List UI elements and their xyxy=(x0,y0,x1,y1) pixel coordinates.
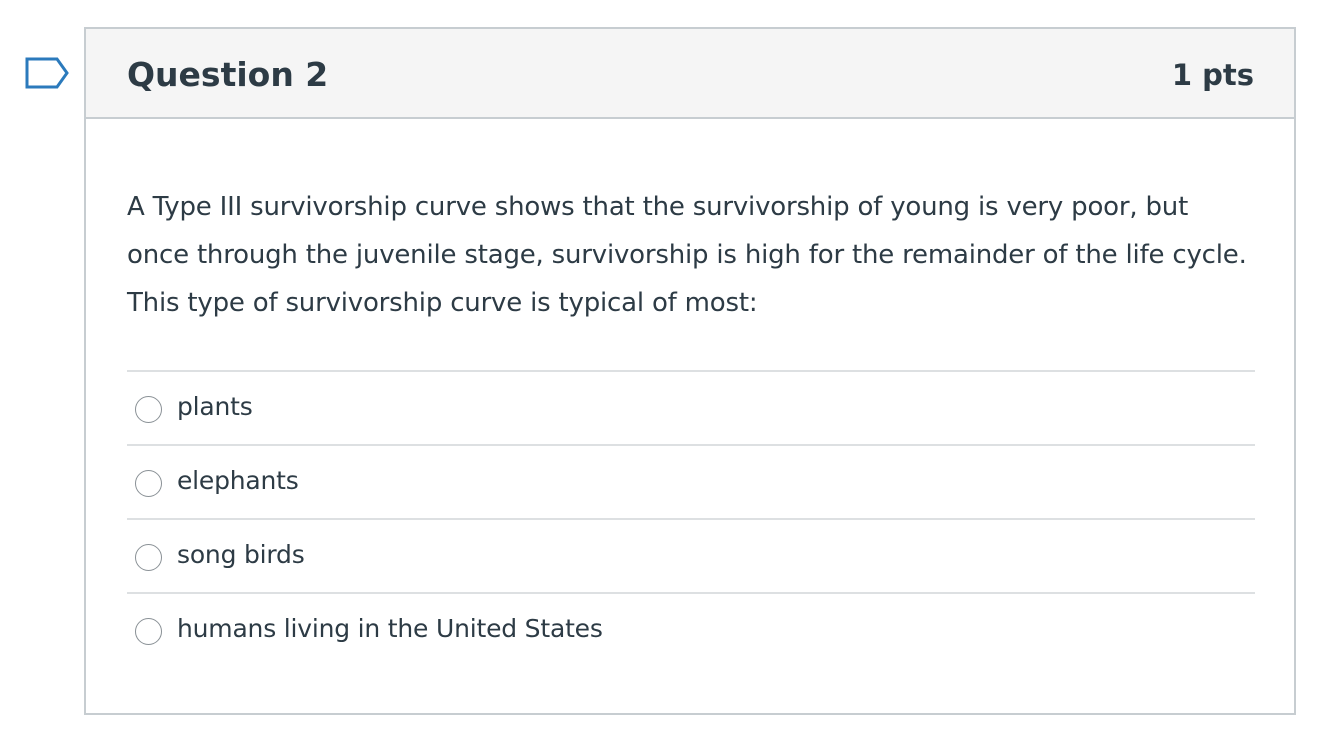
radio-button[interactable] xyxy=(135,470,162,497)
answer-label: humans living in the United States xyxy=(177,614,603,643)
answer-label: elephants xyxy=(177,466,299,495)
radio-button[interactable] xyxy=(135,396,162,423)
answer-label: plants xyxy=(177,392,253,421)
answer-option[interactable]: humans living in the United States xyxy=(127,592,1255,666)
question-points: 1 pts xyxy=(1171,58,1254,92)
answer-option[interactable]: elephants xyxy=(127,444,1255,518)
radio-button[interactable] xyxy=(135,618,162,645)
question-title: Question 2 xyxy=(127,55,329,94)
answer-option[interactable]: plants xyxy=(127,370,1255,444)
answer-option[interactable]: song birds xyxy=(127,518,1255,592)
flag-question-icon[interactable] xyxy=(24,56,70,90)
answer-list: plants elephants song birds humans livin… xyxy=(127,370,1255,666)
question-text: A Type III survivorship curve shows that… xyxy=(127,192,1247,318)
radio-button[interactable] xyxy=(135,544,162,571)
question-header: Question 2 1 pts xyxy=(86,29,1294,119)
question-card: Question 2 1 pts A Type III survivorship… xyxy=(84,27,1296,715)
answer-label: song birds xyxy=(177,540,305,569)
